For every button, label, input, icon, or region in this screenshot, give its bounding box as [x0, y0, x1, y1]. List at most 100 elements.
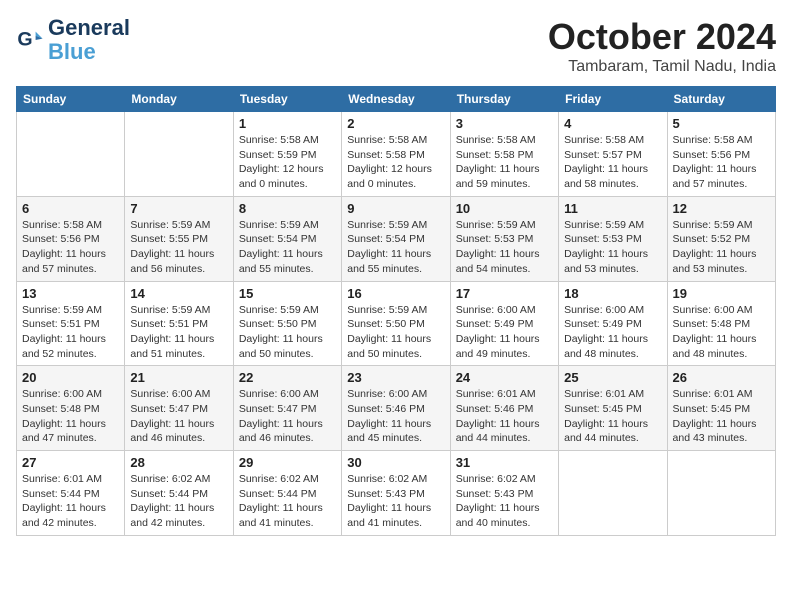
calendar-table: SundayMondayTuesdayWednesdayThursdayFrid… [16, 86, 776, 536]
day-number: 2 [347, 116, 444, 131]
day-cell-14: 14 Sunrise: 5:59 AMSunset: 5:51 PMDayligh… [125, 281, 233, 366]
weekday-header-tuesday: Tuesday [233, 87, 341, 112]
week-row-5: 27 Sunrise: 6:01 AMSunset: 5:44 PMDayligh… [17, 451, 776, 536]
day-cell-12: 12 Sunrise: 5:59 AMSunset: 5:52 PMDayligh… [667, 196, 775, 281]
day-number: 1 [239, 116, 336, 131]
day-number: 12 [673, 201, 770, 216]
day-cell-28: 28 Sunrise: 6:02 AMSunset: 5:44 PMDayligh… [125, 451, 233, 536]
day-number: 17 [456, 286, 553, 301]
day-cell-9: 9Sunrise: 5:59 AMSunset: 5:54 PMDaylight… [342, 196, 450, 281]
day-number: 31 [456, 455, 553, 470]
day-info: Sunrise: 6:02 AMSunset: 5:43 PMDaylight:… [456, 472, 553, 531]
day-number: 22 [239, 370, 336, 385]
day-info: Sunrise: 5:59 AMSunset: 5:54 PMDaylight:… [347, 218, 444, 277]
day-cell-3: 3 Sunrise: 5:58 AMSunset: 5:58 PMDaylight… [450, 112, 558, 197]
day-cell-29: 29 Sunrise: 6:02 AMSunset: 5:44 PMDayligh… [233, 451, 341, 536]
day-cell-16: 16Sunrise: 5:59 AMSunset: 5:50 PMDayligh… [342, 281, 450, 366]
day-info: Sunrise: 6:01 AMSunset: 5:44 PMDaylight:… [22, 472, 119, 531]
day-info: Sunrise: 5:58 AMSunset: 5:57 PMDaylight:… [564, 133, 661, 192]
day-info: Sunrise: 6:00 AMSunset: 5:48 PMDaylight:… [673, 303, 770, 362]
empty-cell [17, 112, 125, 197]
day-info: Sunrise: 6:00 AMSunset: 5:49 PMDaylight:… [456, 303, 553, 362]
day-info: Sunrise: 6:00 AMSunset: 5:46 PMDaylight:… [347, 387, 444, 446]
day-cell-4: 4 Sunrise: 5:58 AMSunset: 5:57 PMDaylight… [559, 112, 667, 197]
day-cell-10: 10Sunrise: 5:59 AMSunset: 5:53 PMDayligh… [450, 196, 558, 281]
day-info: Sunrise: 5:58 AMSunset: 5:58 PMDaylight:… [456, 133, 553, 192]
day-cell-20: 20Sunrise: 6:00 AMSunset: 5:48 PMDayligh… [17, 366, 125, 451]
day-info: Sunrise: 5:58 AMSunset: 5:56 PMDaylight:… [22, 218, 119, 277]
empty-cell [559, 451, 667, 536]
day-cell-22: 22 Sunrise: 6:00 AMSunset: 5:47 PMDayligh… [233, 366, 341, 451]
day-number: 26 [673, 370, 770, 385]
day-info: Sunrise: 6:00 AMSunset: 5:47 PMDaylight:… [239, 387, 336, 446]
day-info: Sunrise: 6:02 AMSunset: 5:44 PMDaylight:… [130, 472, 227, 531]
day-cell-2: 2 Sunrise: 5:58 AMSunset: 5:58 PMDaylight… [342, 112, 450, 197]
day-cell-11: 11 Sunrise: 5:59 AMSunset: 5:53 PMDayligh… [559, 196, 667, 281]
day-number: 4 [564, 116, 661, 131]
day-cell-24: 24Sunrise: 6:01 AMSunset: 5:46 PMDayligh… [450, 366, 558, 451]
day-number: 24 [456, 370, 553, 385]
page-header: G GeneralBlue October 2024 Tambaram, Tam… [16, 16, 776, 76]
day-number: 5 [673, 116, 770, 131]
day-cell-23: 23 Sunrise: 6:00 AMSunset: 5:46 PMDayligh… [342, 366, 450, 451]
day-info: Sunrise: 6:00 AMSunset: 5:47 PMDaylight:… [130, 387, 227, 446]
week-row-1: 1 Sunrise: 5:58 AMSunset: 5:59 PMDaylight… [17, 112, 776, 197]
day-cell-17: 17 Sunrise: 6:00 AMSunset: 5:49 PMDayligh… [450, 281, 558, 366]
day-cell-8: 8 Sunrise: 5:59 AMSunset: 5:54 PMDaylight… [233, 196, 341, 281]
day-cell-18: 18 Sunrise: 6:00 AMSunset: 5:49 PMDayligh… [559, 281, 667, 366]
day-number: 19 [673, 286, 770, 301]
day-info: Sunrise: 5:59 AMSunset: 5:51 PMDaylight:… [22, 303, 119, 362]
weekday-header-thursday: Thursday [450, 87, 558, 112]
day-number: 30 [347, 455, 444, 470]
day-number: 27 [22, 455, 119, 470]
day-cell-6: 6 Sunrise: 5:58 AMSunset: 5:56 PMDaylight… [17, 196, 125, 281]
day-cell-26: 26 Sunrise: 6:01 AMSunset: 5:45 PMDayligh… [667, 366, 775, 451]
day-info: Sunrise: 5:59 AMSunset: 5:54 PMDaylight:… [239, 218, 336, 277]
day-number: 18 [564, 286, 661, 301]
day-cell-25: 25 Sunrise: 6:01 AMSunset: 5:45 PMDayligh… [559, 366, 667, 451]
day-number: 3 [456, 116, 553, 131]
svg-text:G: G [17, 29, 32, 51]
day-info: Sunrise: 6:01 AMSunset: 5:45 PMDaylight:… [673, 387, 770, 446]
location-title: Tambaram, Tamil Nadu, India [548, 58, 776, 76]
day-number: 21 [130, 370, 227, 385]
day-number: 28 [130, 455, 227, 470]
day-info: Sunrise: 6:02 AMSunset: 5:44 PMDaylight:… [239, 472, 336, 531]
day-cell-13: 13 Sunrise: 5:59 AMSunset: 5:51 PMDayligh… [17, 281, 125, 366]
day-cell-19: 19 Sunrise: 6:00 AMSunset: 5:48 PMDayligh… [667, 281, 775, 366]
day-cell-15: 15Sunrise: 5:59 AMSunset: 5:50 PMDayligh… [233, 281, 341, 366]
weekday-header-wednesday: Wednesday [342, 87, 450, 112]
day-cell-30: 30Sunrise: 6:02 AMSunset: 5:43 PMDayligh… [342, 451, 450, 536]
day-info: Sunrise: 6:01 AMSunset: 5:45 PMDaylight:… [564, 387, 661, 446]
weekday-header-row: SundayMondayTuesdayWednesdayThursdayFrid… [17, 87, 776, 112]
day-info: Sunrise: 5:58 AMSunset: 5:58 PMDaylight:… [347, 133, 444, 192]
day-number: 14 [130, 286, 227, 301]
weekday-header-sunday: Sunday [17, 87, 125, 112]
day-info: Sunrise: 5:59 AMSunset: 5:51 PMDaylight:… [130, 303, 227, 362]
day-info: Sunrise: 5:59 AMSunset: 5:50 PMDaylight:… [239, 303, 336, 362]
weekday-header-saturday: Saturday [667, 87, 775, 112]
day-info: Sunrise: 5:58 AMSunset: 5:59 PMDaylight:… [239, 133, 336, 192]
day-number: 16 [347, 286, 444, 301]
day-info: Sunrise: 5:59 AMSunset: 5:53 PMDaylight:… [564, 218, 661, 277]
day-info: Sunrise: 5:59 AMSunset: 5:52 PMDaylight:… [673, 218, 770, 277]
day-number: 23 [347, 370, 444, 385]
day-info: Sunrise: 5:59 AMSunset: 5:53 PMDaylight:… [456, 218, 553, 277]
logo-icon: G [16, 26, 44, 54]
day-number: 13 [22, 286, 119, 301]
day-number: 11 [564, 201, 661, 216]
day-number: 7 [130, 201, 227, 216]
day-cell-27: 27 Sunrise: 6:01 AMSunset: 5:44 PMDayligh… [17, 451, 125, 536]
week-row-2: 6 Sunrise: 5:58 AMSunset: 5:56 PMDaylight… [17, 196, 776, 281]
day-info: Sunrise: 6:00 AMSunset: 5:49 PMDaylight:… [564, 303, 661, 362]
day-number: 25 [564, 370, 661, 385]
empty-cell [125, 112, 233, 197]
day-number: 29 [239, 455, 336, 470]
empty-cell [667, 451, 775, 536]
weekday-header-friday: Friday [559, 87, 667, 112]
logo-text: GeneralBlue [48, 16, 130, 64]
day-number: 8 [239, 201, 336, 216]
day-info: Sunrise: 5:59 AMSunset: 5:55 PMDaylight:… [130, 218, 227, 277]
logo: G GeneralBlue [16, 16, 130, 64]
day-number: 6 [22, 201, 119, 216]
